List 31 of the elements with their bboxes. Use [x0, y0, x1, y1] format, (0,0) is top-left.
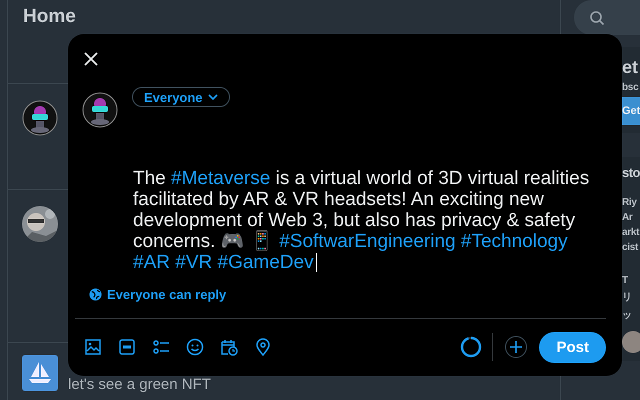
trend-text: リ [622, 291, 633, 304]
add-button[interactable] [505, 336, 528, 358]
section-heading: sto [622, 165, 640, 180]
page-title: Home [23, 6, 76, 27]
trend-text: ッ [622, 309, 633, 322]
avatar-icon [82, 92, 118, 128]
avatar-icon [22, 100, 58, 136]
search-icon[interactable] [589, 10, 605, 26]
trend-text: Ar [622, 212, 634, 223]
trend-text: T [622, 275, 629, 286]
emoji-icon [186, 338, 204, 356]
trend-text: Riy [622, 197, 638, 208]
trend-text: arkt [622, 227, 640, 238]
reply-setting[interactable]: Everyone can reply [89, 287, 606, 302]
post-text: let's see a green NFT [68, 376, 211, 393]
card-text: bsc [622, 82, 640, 93]
gif-icon [118, 338, 136, 356]
image-icon [84, 338, 102, 356]
trend-text: cist [622, 242, 640, 253]
card-heading: et [622, 57, 640, 78]
globe-icon [89, 288, 102, 301]
avatar-icon [622, 331, 640, 353]
list-icon [152, 338, 170, 356]
location-icon [254, 338, 272, 356]
audience-button[interactable]: Everyone [132, 87, 230, 107]
boat-icon [22, 355, 58, 391]
close-icon [84, 52, 98, 66]
character-progress-ring [460, 336, 482, 358]
chevron-icon [208, 94, 218, 100]
schedule-icon [220, 338, 238, 356]
plus-icon [510, 341, 522, 353]
